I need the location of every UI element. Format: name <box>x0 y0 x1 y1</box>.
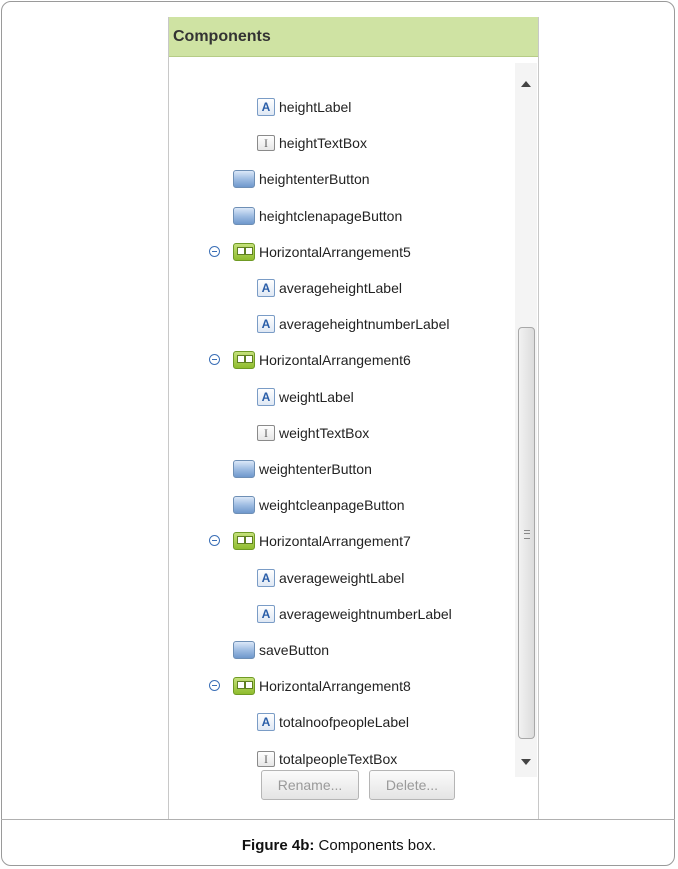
tree-item-label: HorizontalArrangement8 <box>259 678 411 694</box>
button-icon <box>233 641 255 659</box>
tree-item-label: saveButton <box>259 642 330 658</box>
tree-item[interactable]: AtotalnoofpeopleLabel <box>257 710 409 734</box>
collapse-toggle-icon[interactable] <box>209 246 220 257</box>
collapse-toggle-icon[interactable] <box>209 535 220 546</box>
label-icon: A <box>257 279 275 297</box>
grip-icon <box>524 530 530 539</box>
collapse-toggle-icon[interactable] <box>209 354 220 365</box>
delete-button[interactable]: Delete... <box>369 770 455 800</box>
tree-item[interactable]: AaverageheightnumberLabel <box>257 312 449 336</box>
figure-caption: Figure 4b: Components box. <box>0 837 678 854</box>
horizontal-arrangement-icon <box>233 351 255 369</box>
tree-item[interactable]: HorizontalArrangement5 <box>233 240 411 264</box>
tree-item[interactable]: IweightTextBox <box>257 421 369 445</box>
tree-item-label: heightTextBox <box>279 135 367 151</box>
collapse-toggle-icon[interactable] <box>209 680 220 691</box>
tree-item[interactable]: AaverageweightnumberLabel <box>257 602 452 626</box>
tree-item-label: HorizontalArrangement5 <box>259 244 411 260</box>
label-icon: A <box>257 713 275 731</box>
tree-item-label: totalpeopleTextBox <box>279 751 398 767</box>
tree-item-label: averageheightnumberLabel <box>279 316 450 332</box>
textbox-icon: I <box>257 135 275 151</box>
caption-prefix: Figure 4b: <box>241 837 315 854</box>
caption-divider <box>1 819 675 820</box>
tree-item-label: heightenterButton <box>259 171 370 187</box>
panel-header: Components <box>169 17 538 57</box>
components-panel: Components AheightLabel IheightTextBox hei… <box>168 17 539 819</box>
label-icon: A <box>257 605 275 623</box>
tree-item-label: heightLabel <box>279 99 352 115</box>
tree-item[interactable]: HorizontalArrangement7 <box>233 529 411 553</box>
panel-title: Components <box>173 28 271 45</box>
textbox-icon: I <box>257 425 275 441</box>
tree-item-label: weightcleanpageButton <box>259 497 405 513</box>
scroll-down-arrow-icon[interactable] <box>521 759 531 765</box>
tree-item[interactable]: AheightLabel <box>257 95 351 119</box>
tree-item-label: averageheightLabel <box>279 280 402 296</box>
tree-item[interactable]: HorizontalArrangement8 <box>233 674 411 698</box>
textbox-icon: I <box>257 751 275 767</box>
button-icon <box>233 460 255 478</box>
tree-item[interactable]: weightcleanpageButton <box>233 493 405 517</box>
tree-item-label: averageweightnumberLabel <box>279 606 452 622</box>
tree-item[interactable]: saveButton <box>233 638 329 662</box>
tree-item[interactable]: AweightLabel <box>257 385 354 409</box>
scroll-up-arrow-icon[interactable] <box>521 81 531 87</box>
tree-item[interactable]: weightenterButton <box>233 457 372 481</box>
tree-item-label: averageweightLabel <box>279 570 405 586</box>
label-icon: A <box>257 98 275 116</box>
tree-item-label: heightclenapageButton <box>259 208 403 224</box>
button-icon <box>233 207 255 225</box>
tree-item-label: weightenterButton <box>259 461 372 477</box>
button-icon <box>233 496 255 514</box>
tree-item[interactable]: AaverageweightLabel <box>257 566 404 590</box>
label-icon: A <box>257 388 275 406</box>
horizontal-arrangement-icon <box>233 677 255 695</box>
label-icon: A <box>257 569 275 587</box>
tree-item-label: weightLabel <box>279 389 354 405</box>
caption-text: Components box. <box>314 837 437 854</box>
tree-item-label: HorizontalArrangement6 <box>259 352 411 368</box>
vertical-scrollbar[interactable] <box>515 63 537 777</box>
tree-item-label: weightTextBox <box>279 425 370 441</box>
label-icon: A <box>257 315 275 333</box>
tree-item[interactable]: IheightTextBox <box>257 131 367 155</box>
components-tree: AheightLabel IheightTextBox heightenterBut… <box>169 57 514 777</box>
scrollbar-thumb[interactable] <box>518 327 535 739</box>
tree-item[interactable]: ItotalpeopleTextBox <box>257 747 397 771</box>
rename-button[interactable]: Rename... <box>261 770 359 800</box>
horizontal-arrangement-icon <box>233 532 255 550</box>
tree-item[interactable]: heightenterButton <box>233 167 370 191</box>
button-icon <box>233 170 255 188</box>
tree-item-label: HorizontalArrangement7 <box>259 533 411 549</box>
tree-item-label: totalnoofpeopleLabel <box>279 714 410 730</box>
tree-item[interactable]: heightclenapageButton <box>233 204 402 228</box>
tree-item[interactable]: HorizontalArrangement6 <box>233 348 411 372</box>
horizontal-arrangement-icon <box>233 243 255 261</box>
tree-item[interactable]: AaverageheightLabel <box>257 276 402 300</box>
